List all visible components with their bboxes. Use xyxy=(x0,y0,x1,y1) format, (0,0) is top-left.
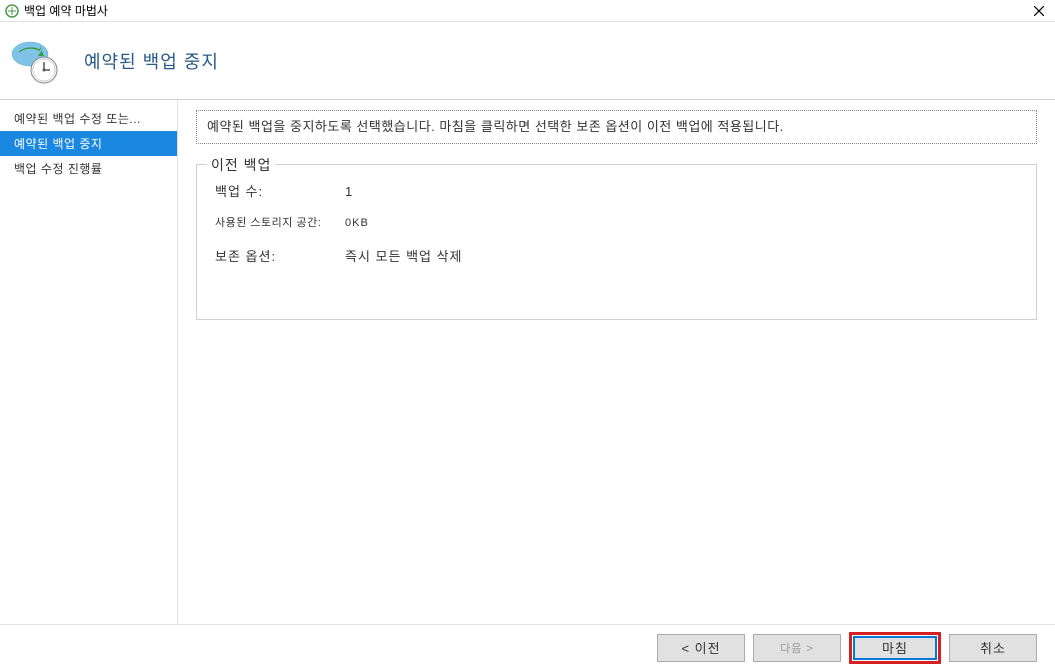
footer: < 이전 다음 > 마침 취소 xyxy=(0,624,1055,670)
app-icon xyxy=(4,3,20,19)
value-retention: 즉시 모든 백업 삭제 xyxy=(345,246,463,265)
titlebar: 백업 예약 마법사 xyxy=(0,0,1055,22)
main: 예약된 백업을 중지하도록 선택했습니다. 마침을 클릭하면 선택한 보존 옵션… xyxy=(178,100,1055,624)
label-storage: 사용된 스토리지 공간: xyxy=(215,214,345,230)
field-row-storage: 사용된 스토리지 공간: 0KB xyxy=(215,214,1018,230)
fieldset-legend: 이전 백업 xyxy=(207,155,275,175)
window-title: 백업 예약 마법사 xyxy=(24,2,108,19)
value-backup-count: 1 xyxy=(345,184,353,199)
next-button: 다음 > xyxy=(753,634,841,662)
field-row-backup-count: 백업 수: 1 xyxy=(215,181,1018,200)
label-backup-count: 백업 수: xyxy=(215,181,345,200)
sidebar: 예약된 백업 수정 또는... 예약된 백업 중지 백업 수정 진행률 xyxy=(0,100,178,624)
close-button[interactable] xyxy=(1027,0,1051,22)
finish-button[interactable]: 마침 xyxy=(853,636,937,660)
finish-highlight: 마침 xyxy=(849,632,941,664)
info-message: 예약된 백업을 중지하도록 선택했습니다. 마침을 클릭하면 선택한 보존 옵션… xyxy=(196,110,1037,144)
wizard-icon xyxy=(10,36,60,86)
sidebar-item-modify[interactable]: 예약된 백업 수정 또는... xyxy=(0,106,177,131)
sidebar-item-stop[interactable]: 예약된 백업 중지 xyxy=(0,131,177,156)
previous-backup-fieldset: 이전 백업 백업 수: 1 사용된 스토리지 공간: 0KB 보존 옵션: 즉시… xyxy=(196,164,1037,320)
field-row-retention: 보존 옵션: 즉시 모든 백업 삭제 xyxy=(215,246,1018,265)
sidebar-item-progress[interactable]: 백업 수정 진행률 xyxy=(0,156,177,181)
header: 예약된 백업 중지 xyxy=(0,22,1055,100)
page-title: 예약된 백업 중지 xyxy=(84,48,219,74)
cancel-button[interactable]: 취소 xyxy=(949,634,1037,662)
content: 예약된 백업 수정 또는... 예약된 백업 중지 백업 수정 진행률 예약된 … xyxy=(0,100,1055,624)
label-retention: 보존 옵션: xyxy=(215,246,345,265)
value-storage: 0KB xyxy=(345,217,369,229)
back-button[interactable]: < 이전 xyxy=(657,634,745,662)
